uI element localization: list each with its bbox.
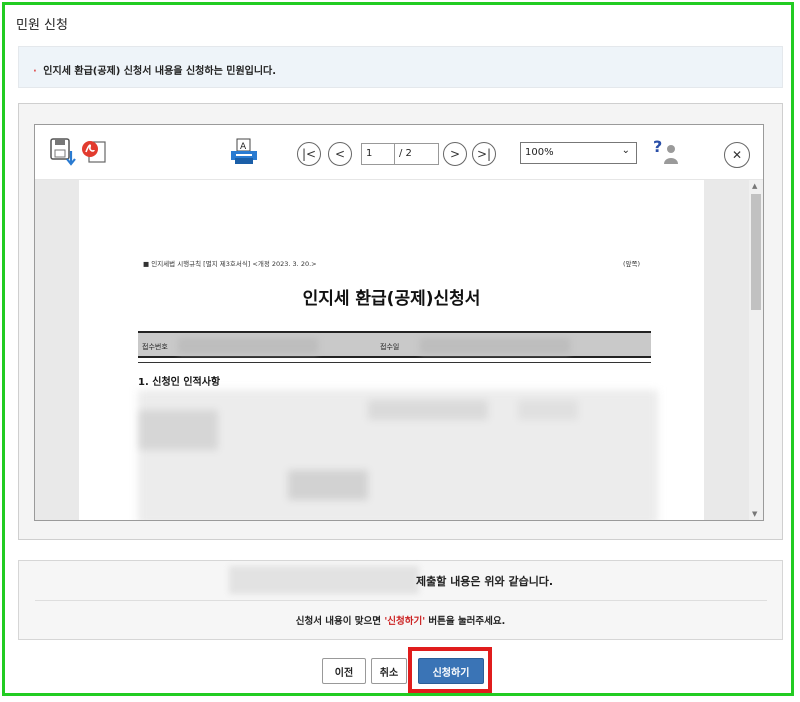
confirm-panel: 제출할 내용은 위와 같습니다. 신청서 내용이 맞으면 '신청하기' 버튼을 …	[18, 560, 783, 640]
redacted-receipt-date	[420, 338, 570, 354]
notice-bullet: ·	[33, 66, 37, 77]
next-page-button[interactable]: >	[443, 142, 467, 166]
zoom-select[interactable]: 100% ⌄	[520, 142, 637, 164]
guide-highlight: '신청하기'	[384, 616, 426, 627]
scroll-thumb[interactable]	[751, 194, 761, 310]
page-number-input[interactable]: 1	[361, 143, 395, 165]
save-icon[interactable]	[49, 137, 77, 173]
last-page-button[interactable]: >|	[472, 142, 496, 166]
notice-text: 인지세 환급(공제) 신청서 내용을 신청하는 민원입니다.	[43, 66, 277, 77]
page-total: / 2	[395, 143, 439, 165]
apply-button[interactable]: 신청하기	[418, 658, 484, 684]
redacted-applicant	[229, 566, 419, 594]
cancel-button[interactable]: 취소	[371, 658, 407, 684]
form-page-side: (앞쪽)	[623, 260, 641, 268]
close-button[interactable]: ✕	[724, 142, 750, 168]
chevron-down-icon: ⌄	[621, 145, 630, 156]
document-page: ■ 인지세법 시행규칙 [별지 제3호서식] <개정 2023. 3. 20.>…	[79, 180, 704, 520]
guide-prefix: 신청서 내용이 맞으면	[295, 616, 385, 627]
prev-button[interactable]: 이전	[322, 658, 366, 684]
redacted-receipt-no	[178, 338, 318, 354]
viewer-toolbar: A |< < 1 / 2 > >| 100% ⌄ ? ✕	[35, 125, 763, 180]
notice-box: · 인지세 환급(공제) 신청서 내용을 신청하는 민원입니다.	[18, 46, 783, 88]
redacted-content	[138, 390, 658, 520]
scroll-up-icon[interactable]: ▲	[752, 182, 757, 190]
divider	[35, 600, 767, 601]
svg-text:?: ?	[653, 138, 662, 156]
guide-suffix: 버튼을 눌러주세요.	[425, 616, 506, 627]
divider	[138, 362, 651, 363]
receipt-row: 접수번호 접수일	[138, 331, 651, 358]
prev-page-button[interactable]: <	[328, 142, 352, 166]
receipt-date-label: 접수일	[380, 343, 400, 351]
first-page-button[interactable]: |<	[297, 142, 321, 166]
form-header: ■ 인지세법 시행규칙 [별지 제3호서식] <개정 2023. 3. 20.>	[143, 260, 317, 268]
section-title: 1. 신청인 인적사항	[138, 377, 221, 388]
confirm-guide: 신청서 내용이 맞으면 '신청하기' 버튼을 눌러주세요.	[19, 613, 782, 627]
print-icon[interactable]: A	[229, 137, 259, 171]
scrollbar[interactable]: ▲ ▼	[749, 180, 763, 520]
form-title: 인지세 환급(공제)신청서	[302, 289, 481, 309]
zoom-value: 100%	[525, 147, 554, 158]
document-area: ■ 인지세법 시행규칙 [별지 제3호서식] <개정 2023. 3. 20.>…	[35, 180, 749, 520]
page-title: 민원 신청	[16, 18, 68, 33]
confirm-statement: 제출할 내용은 위와 같습니다.	[416, 575, 554, 588]
receipt-no-label: 접수번호	[142, 343, 168, 351]
svg-text:A: A	[240, 142, 247, 152]
pdf-icon[interactable]	[81, 138, 109, 170]
scroll-down-icon[interactable]: ▼	[752, 510, 757, 518]
help-icon[interactable]: ?	[652, 137, 680, 170]
document-viewer: A |< < 1 / 2 > >| 100% ⌄ ? ✕ ■ 인지세법 시행규칙…	[34, 124, 764, 521]
